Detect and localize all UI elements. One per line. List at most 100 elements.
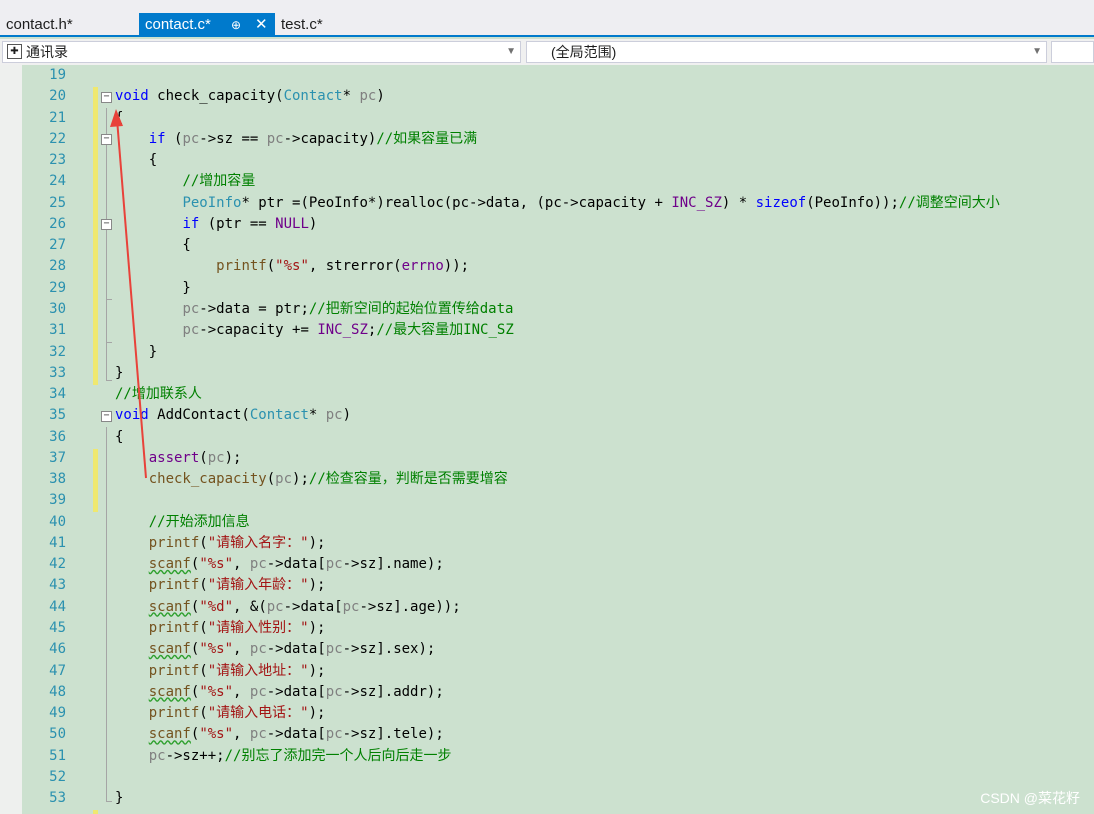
code-token: printf <box>148 577 200 594</box>
code-token: //把新空间的起始位置传给data <box>308 300 514 317</box>
line-number: 37 <box>49 449 66 466</box>
close-icon[interactable]: ✕ <box>255 13 268 37</box>
code-token: ); <box>292 471 309 488</box>
code-token: ); <box>308 620 326 637</box>
collapse-icon[interactable]: − <box>101 411 112 422</box>
code-token: "请输入性别：" <box>207 620 309 637</box>
code-token: ) <box>342 407 352 424</box>
code-token: sizeof <box>755 194 807 211</box>
code-text: void check_capacity(Contact* pc) <box>115 86 385 107</box>
line-number: 30 <box>49 300 66 317</box>
line-number: 42 <box>49 556 66 573</box>
changed-lines-marker <box>93 810 98 814</box>
navigation-bar: ✚ 通讯录 ▼ (全局范围) ▼ <box>0 39 1094 65</box>
code-token: ( <box>165 130 183 147</box>
code-token: ( <box>199 705 208 722</box>
code-text: check_capacity(pc);//检查容量，判断是否需要增容 <box>115 469 508 490</box>
tab-test-c[interactable]: test.c* <box>281 13 323 37</box>
code-token: check_capacity <box>148 471 267 488</box>
code-text: printf("请输入电话："); <box>115 703 326 724</box>
tab-label: contact.h* <box>6 16 73 33</box>
tab-label: test.c* <box>281 16 323 33</box>
code-token: )); <box>443 258 470 275</box>
code-token: "%s" <box>199 641 234 658</box>
chevron-down-icon: ▼ <box>1032 46 1042 57</box>
code-text: pc->capacity += INC_SZ;//最大容量加INC_SZ <box>115 320 513 341</box>
code-token: pc <box>325 683 343 700</box>
code-text: scanf("%s", pc->data[pc->sz].tele); <box>115 724 444 745</box>
code-text: printf("请输入名字："); <box>115 533 326 554</box>
code-text: { <box>115 235 191 256</box>
code-text: pc->data = ptr;//把新空间的起始位置传给data <box>115 299 513 320</box>
code-token: ( <box>199 620 208 637</box>
code-token: printf <box>148 620 200 637</box>
code-token: ->data[ <box>283 598 343 615</box>
code-token: "%s" <box>275 258 309 275</box>
line-number: 39 <box>49 492 66 509</box>
line-number: 51 <box>49 747 66 764</box>
line-number: 29 <box>49 279 66 296</box>
member-scope-dropdown[interactable]: (全局范围) ▼ <box>526 41 1047 63</box>
code-token: //增加联系人 <box>115 386 202 403</box>
code-token: scanf <box>148 556 191 573</box>
project-scope-dropdown[interactable]: ✚ 通讯录 ▼ <box>2 41 521 63</box>
code-token: "%s" <box>199 726 234 743</box>
code-text: printf("请输入性别："); <box>115 618 326 639</box>
code-token: { <box>115 109 124 126</box>
line-number: 52 <box>49 768 66 785</box>
code-token: pc <box>182 130 200 147</box>
code-token: printf <box>216 258 267 275</box>
line-number: 26 <box>49 215 66 232</box>
code-token: //调整空间大小 <box>898 194 1000 211</box>
code-token: pc <box>148 747 166 764</box>
code-token: ); <box>224 449 242 466</box>
code-text: printf("请输入地址："); <box>115 661 326 682</box>
line-number: 43 <box>49 577 66 594</box>
tab-contact-h[interactable]: contact.h* <box>6 13 73 37</box>
tab-contact-c[interactable]: contact.c* ⊕ ✕ <box>139 13 275 37</box>
project-scope-value: 通讯录 <box>26 44 68 60</box>
code-token: ->data[ <box>266 556 326 573</box>
collapse-icon[interactable]: − <box>101 134 112 145</box>
line-number: 32 <box>49 343 66 360</box>
code-token: { <box>115 237 191 254</box>
code-text: } <box>115 788 123 809</box>
code-token: ->data[ <box>266 683 326 700</box>
code-token: pc <box>249 683 267 700</box>
code-token: //检查容量，判断是否需要增容 <box>308 471 508 488</box>
collapse-icon[interactable]: − <box>101 92 112 103</box>
code-token: INC_SZ <box>671 194 722 211</box>
line-number: 28 <box>49 258 66 275</box>
code-token: scanf <box>148 683 191 700</box>
selection-margin <box>0 65 22 814</box>
line-number: 24 <box>49 173 66 190</box>
line-number: 22 <box>49 130 66 147</box>
code-token: ( <box>199 449 208 466</box>
code-token: , <box>233 726 250 743</box>
code-token: ( <box>199 662 208 679</box>
collapse-icon[interactable]: − <box>101 219 112 230</box>
line-number: 36 <box>49 428 66 445</box>
code-token: ( <box>266 258 276 275</box>
code-token: if <box>148 130 166 147</box>
code-editor[interactable]: 19 20 void check_capacity(Contact* pc) 21{2… <box>0 65 1094 814</box>
code-token: pc <box>266 598 284 615</box>
code-token: ( <box>266 471 276 488</box>
outline-guide <box>106 801 112 802</box>
code-text: pc->sz++;//别忘了添加完一个人后向后走一步 <box>115 746 452 767</box>
chevron-down-icon: ▼ <box>506 46 516 57</box>
code-token: , <box>233 556 250 573</box>
code-token: pc <box>266 130 284 147</box>
extra-dropdown[interactable] <box>1051 41 1094 63</box>
code-token: pc <box>342 598 360 615</box>
pin-icon[interactable]: ⊕ <box>231 13 241 37</box>
